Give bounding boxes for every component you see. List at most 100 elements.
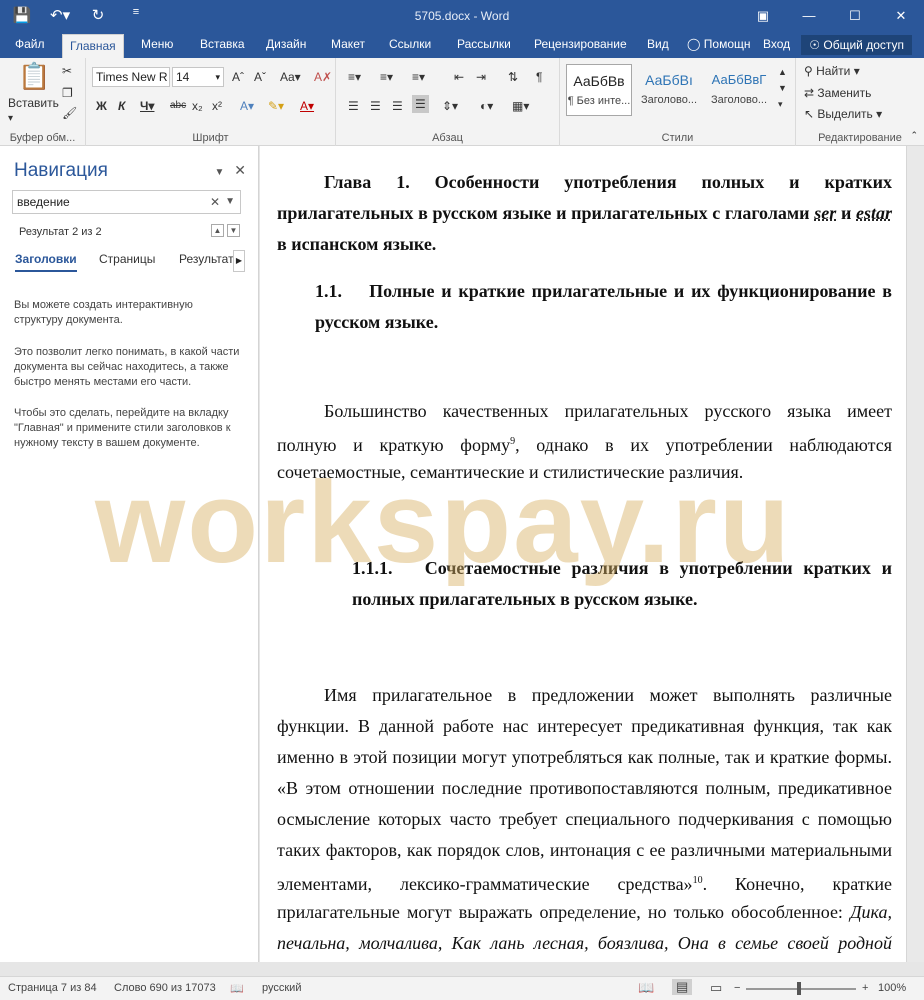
align-center-icon[interactable]: ☰ xyxy=(370,97,381,115)
cut-icon[interactable]: ✂ xyxy=(62,62,72,80)
format-painter-icon[interactable]: 🖌 xyxy=(62,104,77,122)
read-mode-icon[interactable]: 📖 xyxy=(638,980,654,996)
paste-icon[interactable]: 📋 xyxy=(18,62,50,90)
increase-indent-icon[interactable]: ⇥ xyxy=(476,68,486,86)
replace-label: Заменить xyxy=(817,86,872,100)
footnote-ref-10[interactable]: 10 xyxy=(693,875,703,886)
signin-link[interactable]: Вход xyxy=(756,32,797,58)
vertical-scrollbar[interactable] xyxy=(906,146,924,962)
shrink-font-icon[interactable]: Aˇ xyxy=(254,68,266,86)
text-effects-icon[interactable]: A▾ xyxy=(240,97,254,115)
nav-title: Навигация xyxy=(14,160,108,181)
zoom-level[interactable]: 100% xyxy=(878,982,906,994)
maximize-icon[interactable]: ☐ xyxy=(832,0,878,32)
nav-tab-pages[interactable]: Страницы xyxy=(99,252,155,266)
nav-search-input[interactable]: введение ✕ ▼ xyxy=(12,190,241,214)
tab-layout[interactable]: Макет xyxy=(324,32,372,58)
nav-tab-results[interactable]: Результаты xyxy=(179,252,233,266)
word-count[interactable]: Слово 690 из 17073 xyxy=(114,982,216,994)
language-indicator[interactable]: русский xyxy=(262,982,301,994)
heading-chapter-line-2: прилагательных в русском языке и прилага… xyxy=(277,198,892,229)
numbering-icon[interactable]: ≡▾ xyxy=(380,68,393,86)
style-heading-2[interactable]: АаБбВвГ Заголово... xyxy=(706,64,772,116)
search-icon: ⚲ xyxy=(804,64,813,78)
tab-insert[interactable]: Вставка xyxy=(193,32,252,58)
multilevel-list-icon[interactable]: ≡▾ xyxy=(412,68,425,86)
status-bar: Страница 7 из 84 Слово 690 из 17073 📖 ру… xyxy=(0,976,924,1000)
strikethrough-icon[interactable]: abc xyxy=(170,97,186,115)
tab-references[interactable]: Ссылки xyxy=(382,32,438,58)
minimize-icon[interactable]: — xyxy=(786,0,832,32)
zoom-slider-knob[interactable] xyxy=(797,982,801,995)
tab-file[interactable]: Файл xyxy=(8,32,52,58)
heading-chapter-text: прилагательных в русском языке и прилага… xyxy=(277,203,815,223)
tab-help-label: Помощн xyxy=(703,37,751,51)
tab-view[interactable]: Вид xyxy=(640,32,676,58)
nav-close-icon[interactable]: ✕ xyxy=(234,162,246,178)
sort-icon[interactable]: ⇅ xyxy=(508,68,518,86)
tab-mailings[interactable]: Рассылки xyxy=(450,32,518,58)
clear-search-icon[interactable]: ✕ xyxy=(210,191,220,213)
tab-home[interactable]: Главная xyxy=(62,34,124,58)
find-button[interactable]: ⚲ Найти ▾ xyxy=(804,62,860,80)
grow-font-icon[interactable]: Aˆ xyxy=(232,68,244,86)
align-left-icon[interactable]: ☰ xyxy=(348,97,359,115)
select-button[interactable]: ↖ Выделить ▾ xyxy=(804,105,882,123)
paste-dropdown-icon[interactable]: ▾ xyxy=(8,110,13,128)
font-color-icon[interactable]: A▾ xyxy=(300,97,314,115)
borders-icon[interactable]: ▦▾ xyxy=(512,97,529,115)
tab-design[interactable]: Дизайн xyxy=(259,32,313,58)
select-icon: ↖ xyxy=(804,107,815,121)
clear-formatting-icon[interactable]: A✗ xyxy=(314,68,332,86)
replace-button[interactable]: ⇄ Заменить xyxy=(804,84,871,102)
find-label: Найти xyxy=(816,64,851,78)
collapse-ribbon-icon[interactable]: ⌃ xyxy=(910,126,918,144)
next-result-icon[interactable]: ▼ xyxy=(227,224,240,237)
zoom-slider[interactable] xyxy=(746,988,856,990)
heading-section-line-2: русском языке. xyxy=(315,312,439,332)
show-marks-icon[interactable]: ¶ xyxy=(536,68,542,86)
italic-icon[interactable]: К xyxy=(118,97,125,115)
proofing-icon[interactable]: 📖 xyxy=(230,982,244,995)
underline-icon[interactable]: Ч▾ xyxy=(140,97,154,115)
bullets-icon[interactable]: ≡▾ xyxy=(348,68,361,86)
zoom-out-icon[interactable]: − xyxy=(734,982,740,994)
web-layout-icon[interactable]: ▭ xyxy=(710,980,722,996)
nav-help-text-3: Чтобы это сделать, перейдите на вкладку … xyxy=(14,407,231,449)
subscript-icon[interactable]: x₂ xyxy=(192,97,203,115)
zoom-in-icon[interactable]: + xyxy=(862,982,868,994)
align-right-icon[interactable]: ☰ xyxy=(392,97,403,115)
close-icon[interactable]: ✕ xyxy=(878,0,924,32)
search-options-icon[interactable]: ▼ xyxy=(225,191,235,213)
tab-review[interactable]: Рецензирование xyxy=(527,32,634,58)
styles-group: АаБбВв ¶ Без инте... АаБбВı Заголово... Аа… xyxy=(560,58,796,146)
decrease-indent-icon[interactable]: ⇤ xyxy=(454,68,464,86)
previous-result-icon[interactable]: ▲ xyxy=(211,224,224,237)
style-no-spacing[interactable]: АаБбВв ¶ Без инте... xyxy=(566,64,632,116)
page-count[interactable]: Страница 7 из 84 xyxy=(8,982,97,994)
copy-icon[interactable]: ❐ xyxy=(62,84,73,102)
tab-menu[interactable]: Меню xyxy=(134,32,180,58)
nav-tabs-scroll-icon[interactable]: ▶ xyxy=(233,250,245,272)
print-layout-icon[interactable]: ▤ xyxy=(672,979,693,995)
justify-icon[interactable]: ☰ xyxy=(412,95,429,113)
font-size-combo[interactable]: 14 ▾ xyxy=(172,67,224,87)
paste-button[interactable]: Вставить xyxy=(8,94,59,112)
change-case-icon[interactable]: Aa▾ xyxy=(280,68,301,86)
highlight-icon[interactable]: ✎▾ xyxy=(268,97,284,115)
tab-help[interactable]: ◯ Помощн xyxy=(680,32,758,58)
bold-icon[interactable]: Ж xyxy=(96,97,107,115)
replace-icon: ⇄ xyxy=(804,86,815,100)
styles-scroll-up-icon[interactable]: ▲ ▼ ▾ xyxy=(778,64,787,112)
superscript-icon[interactable]: x² xyxy=(212,97,222,115)
styles-group-label: Стили xyxy=(661,132,694,144)
share-button[interactable]: ☉ Общий доступ xyxy=(801,35,912,55)
line-spacing-icon[interactable]: ⇕▾ xyxy=(442,97,458,115)
style-heading-1[interactable]: АаБбВı Заголово... xyxy=(636,64,702,116)
font-name-combo[interactable]: Times New R xyxy=(92,67,170,87)
nav-options-icon[interactable]: ▼ xyxy=(214,167,224,178)
shading-icon[interactable]: ◐▾ xyxy=(480,97,493,115)
paragraph-2-line-1: Имя прилагательное в предложении может в… xyxy=(324,685,892,705)
nav-tab-headings[interactable]: Заголовки xyxy=(15,252,77,272)
ribbon-display-icon[interactable]: ▣ xyxy=(740,0,786,32)
